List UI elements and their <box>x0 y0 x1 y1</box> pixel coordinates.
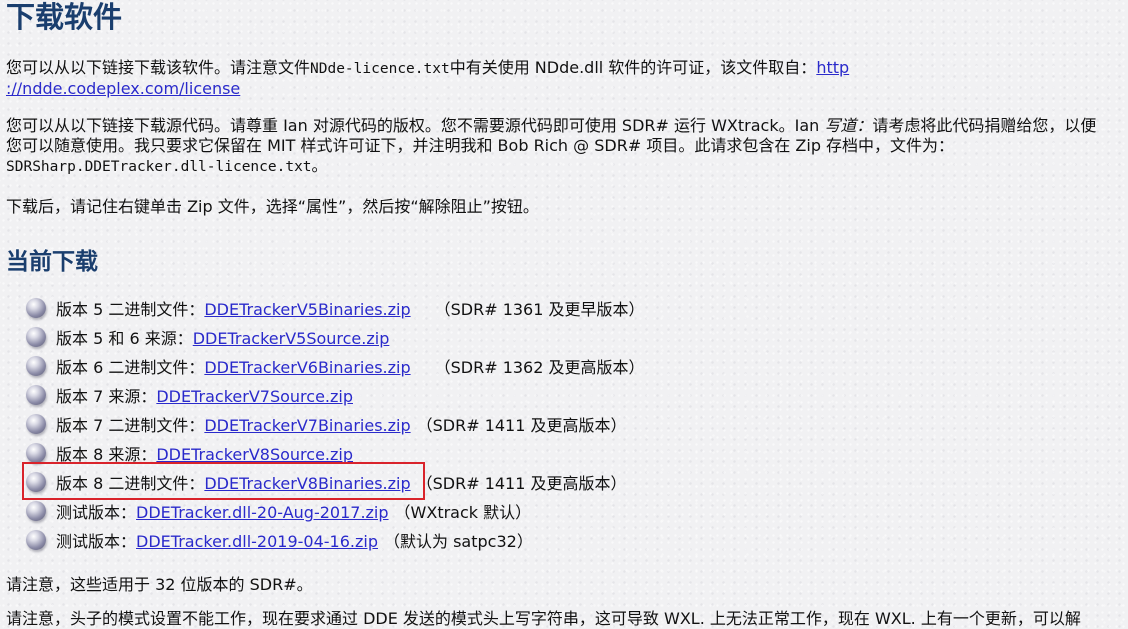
license-filename: NDde-licence.txt <box>310 61 450 77</box>
bullet-icon <box>26 443 46 463</box>
download-item-v5-binaries: 版本 5 二进制文件：DDETrackerV5Binaries.zip （SDR#… <box>26 295 645 324</box>
download-label: 测试版本： <box>56 532 137 551</box>
download-item-v8-source: 版本 8 来源：DDETrackerV8Source.zip <box>26 440 645 469</box>
current-downloads-heading: 当前下载 <box>6 249 98 275</box>
download-link-v6-binaries[interactable]: DDETrackerV6Binaries.zip <box>204 358 410 377</box>
download-list: 版本 5 二进制文件：DDETrackerV5Binaries.zip （SDR#… <box>26 295 645 556</box>
source-paragraph: 您可以从以下链接下载源代码。请尊重 Ian 对源代码的版权。您不需要源代码即可使… <box>6 116 1096 177</box>
download-label: 版本 5 二进制文件： <box>56 300 205 319</box>
bullet-icon <box>26 385 46 405</box>
license-link-part1[interactable]: http <box>816 58 849 77</box>
download-label: 版本 8 来源： <box>56 445 157 464</box>
download-label: 版本 8 二进制文件： <box>56 474 205 493</box>
download-note: （SDR# 1361 及更早版本） <box>434 300 645 319</box>
download-note: （SDR# 1411 及更高版本） <box>416 416 627 435</box>
download-note: （WXtrack 默认） <box>394 503 532 522</box>
download-link-v5-binaries[interactable]: DDETrackerV5Binaries.zip <box>204 300 410 319</box>
bullet-icon <box>26 472 46 492</box>
bullet-icon <box>26 356 46 376</box>
license-text-b: 中有关使用 NDde.dll 软件的许可证，该文件取自： <box>449 58 817 77</box>
bullet-icon <box>26 327 46 347</box>
source-line1-a: 您可以从以下链接下载源代码。请尊重 Ian 对源代码的版权。您不需要源代码即可使… <box>6 116 825 135</box>
download-item-v8-binaries: 版本 8 二进制文件：DDETrackerV8Binaries.zip （SDR#… <box>26 469 645 498</box>
download-note: （SDR# 1411 及更高版本） <box>416 474 627 493</box>
download-link-test-2019[interactable]: DDETracker.dll-2019-04-16.zip <box>136 532 378 551</box>
download-label: 版本 7 二进制文件： <box>56 416 205 435</box>
bullet-icon <box>26 501 46 521</box>
download-item-v6-binaries: 版本 6 二进制文件：DDETrackerV6Binaries.zip （SDR#… <box>26 353 645 382</box>
source-line2: 您可以随意使用。我只要求它保留在 MIT 样式许可证下，并注明我和 Bob Ri… <box>6 136 955 155</box>
download-link-v5-source[interactable]: DDETrackerV5Source.zip <box>193 329 390 348</box>
download-item-v7-source: 版本 7 来源：DDETrackerV7Source.zip <box>26 382 645 411</box>
download-note: （SDR# 1362 及更高版本） <box>434 358 645 377</box>
download-label: 测试版本： <box>56 503 137 522</box>
download-item-v5-source: 版本 5 和 6 来源：DDETrackerV5Source.zip <box>26 324 645 353</box>
bullet-icon <box>26 298 46 318</box>
page-title: 下载软件 <box>6 0 123 34</box>
download-item-test-2019: 测试版本：DDETracker.dll-2019-04-16.zip （默认为 s… <box>26 527 645 556</box>
32bit-note: 请注意，这些适用于 32 位版本的 SDR#。 <box>6 575 313 594</box>
download-item-v7-binaries: 版本 7 二进制文件：DDETrackerV7Binaries.zip （SDR#… <box>26 411 645 440</box>
download-label: 版本 6 二进制文件： <box>56 358 205 377</box>
unblock-paragraph: 下载后，请记住右键单击 Zip 文件，选择“属性”，然后按“解除阻止”按钮。 <box>6 197 539 216</box>
source-line1-b: 请考虑将此代码捐赠给您，以便 <box>872 116 1097 135</box>
download-link-v7-source[interactable]: DDETrackerV7Source.zip <box>156 387 353 406</box>
mode-note: 请注意，头子的模式设置不能工作，现在要求通过 DDE 发送的模式头上写字符串，这… <box>6 609 1081 628</box>
download-link-v8-source[interactable]: DDETrackerV8Source.zip <box>156 445 353 464</box>
download-label: 版本 5 和 6 来源： <box>56 329 193 348</box>
download-note: （默认为 satpc32） <box>384 532 533 551</box>
license-link-part2[interactable]: ://ndde.codeplex.com/license <box>6 79 240 98</box>
source-license-filename: SDRSharp.DDETracker.dll-licence.txt <box>6 159 312 175</box>
download-item-test-2017: 测试版本：DDETracker.dll-20-Aug-2017.zip （WXtr… <box>26 498 645 527</box>
download-link-v7-binaries[interactable]: DDETrackerV7Binaries.zip <box>204 416 410 435</box>
download-link-v8-binaries[interactable]: DDETrackerV8Binaries.zip <box>204 474 410 493</box>
license-text-a: 您可以从以下链接下载该软件。请注意文件 <box>6 58 311 77</box>
bullet-icon <box>26 530 46 550</box>
source-line1-em: 写道： <box>824 116 873 135</box>
bullet-icon <box>26 414 46 434</box>
download-label: 版本 7 来源： <box>56 387 157 406</box>
download-link-test-2017[interactable]: DDETracker.dll-20-Aug-2017.zip <box>136 503 389 522</box>
source-line3-end: 。 <box>311 156 328 175</box>
license-paragraph: 您可以从以下链接下载该软件。请注意文件NDde-licence.txt中有关使用… <box>6 58 849 99</box>
